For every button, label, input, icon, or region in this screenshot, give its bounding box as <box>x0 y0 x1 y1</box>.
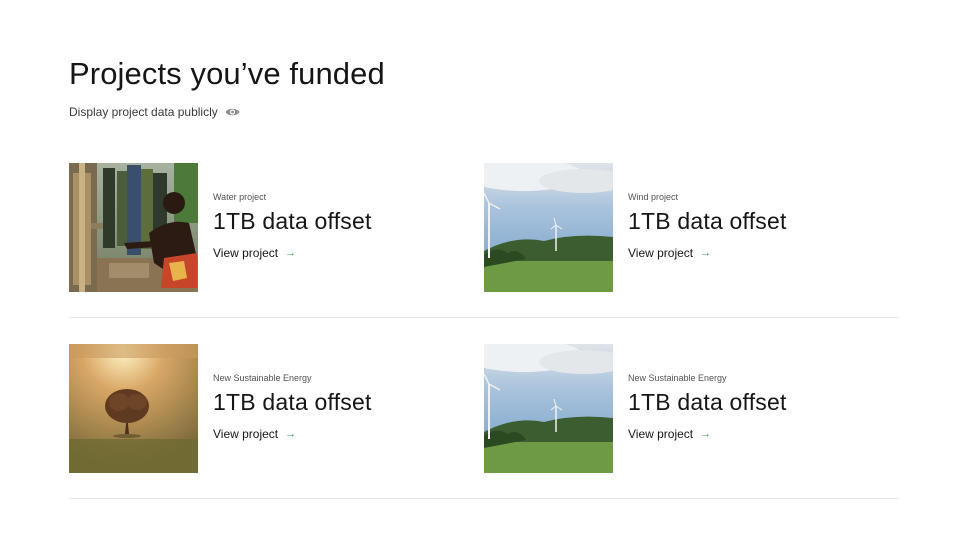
page-title: Projects you’ve funded <box>69 56 385 91</box>
project-headline: 1TB data offset <box>628 389 787 415</box>
arrow-right-icon: → <box>285 247 297 259</box>
arrow-right-icon: → <box>700 428 712 440</box>
project-card-water: Water project 1TB data offset View proje… <box>69 163 372 292</box>
arrow-right-icon: → <box>700 247 712 259</box>
project-category: Water project <box>213 192 267 202</box>
project-category: Wind project <box>628 192 679 202</box>
project-card-wind: Wind project 1TB data offset View projec… <box>484 163 787 292</box>
project-headline: 1TB data offset <box>628 208 787 234</box>
project-category: New Sustainable Energy <box>213 373 312 383</box>
view-project-link[interactable]: View project → <box>628 246 787 260</box>
view-project-link[interactable]: View project → <box>628 427 787 441</box>
display-publicly-label: Display project data publicly <box>69 105 218 119</box>
wind-project-image <box>484 163 613 292</box>
project-row: Water project 1TB data offset View proje… <box>69 163 899 318</box>
misty-tree-image <box>69 344 198 473</box>
project-headline: 1TB data offset <box>213 389 372 415</box>
view-project-label: View project <box>628 246 694 260</box>
view-project-label: View project <box>213 246 279 260</box>
view-project-link[interactable]: View project → <box>213 246 372 260</box>
project-row: New Sustainable Energy 1TB data offset V… <box>69 344 899 499</box>
project-category: New Sustainable Energy <box>628 373 727 383</box>
project-card-sustainable-energy: New Sustainable Energy 1TB data offset V… <box>69 344 372 473</box>
eye-icon[interactable] <box>225 107 240 117</box>
display-publicly-toggle[interactable]: Display project data publicly <box>69 105 240 119</box>
project-headline: 1TB data offset <box>213 208 372 234</box>
view-project-link[interactable]: View project → <box>213 427 372 441</box>
view-project-label: View project <box>628 427 694 441</box>
wind-project-image <box>484 344 613 473</box>
arrow-right-icon: → <box>285 428 297 440</box>
view-project-label: View project <box>213 427 279 441</box>
water-project-image <box>69 163 198 292</box>
project-card-sustainable-energy: New Sustainable Energy 1TB data offset V… <box>484 344 787 473</box>
